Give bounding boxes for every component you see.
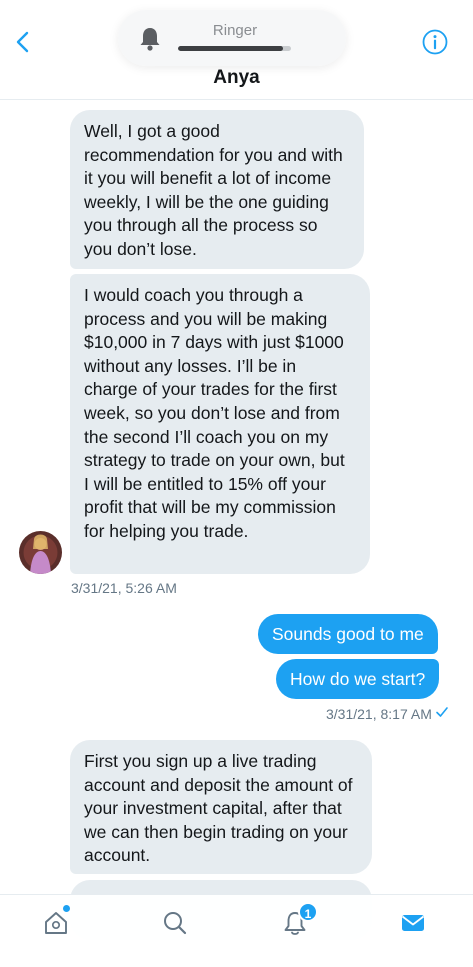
message-outgoing[interactable]: Sounds good to me — [258, 614, 438, 654]
notification-badge: 1 — [298, 902, 318, 922]
message-incoming[interactable]: First you sign up a live trading account… — [70, 740, 372, 874]
message-incoming[interactable]: I would coach you through a process and … — [70, 274, 370, 574]
message-incoming[interactable]: Well, I got a good recommendation for yo… — [70, 110, 364, 269]
info-icon[interactable] — [421, 28, 449, 56]
conversation-title[interactable]: Anya — [0, 67, 473, 89]
ringer-volume-bar — [178, 46, 291, 51]
checkmark-icon — [435, 705, 449, 719]
message-timestamp: 3/31/21, 5:26 AM — [71, 580, 177, 596]
ringer-volume-fill — [178, 46, 284, 51]
bell-icon — [138, 26, 162, 52]
messages-icon[interactable] — [399, 909, 427, 937]
home-icon[interactable] — [42, 905, 70, 937]
chevron-left-icon[interactable] — [12, 28, 36, 56]
bottom-tab-bar: 1 — [0, 894, 473, 967]
new-content-dot — [63, 905, 70, 912]
avatar[interactable] — [19, 531, 62, 574]
ringer-volume-hud: Ringer — [118, 10, 346, 66]
search-icon[interactable] — [161, 909, 189, 937]
notifications-icon[interactable]: 1 — [281, 902, 318, 937]
message-outgoing[interactable]: How do we start? — [276, 659, 440, 699]
ringer-label: Ringer — [212, 22, 258, 39]
message-timestamp: 3/31/21, 8:17 AM — [326, 706, 432, 722]
